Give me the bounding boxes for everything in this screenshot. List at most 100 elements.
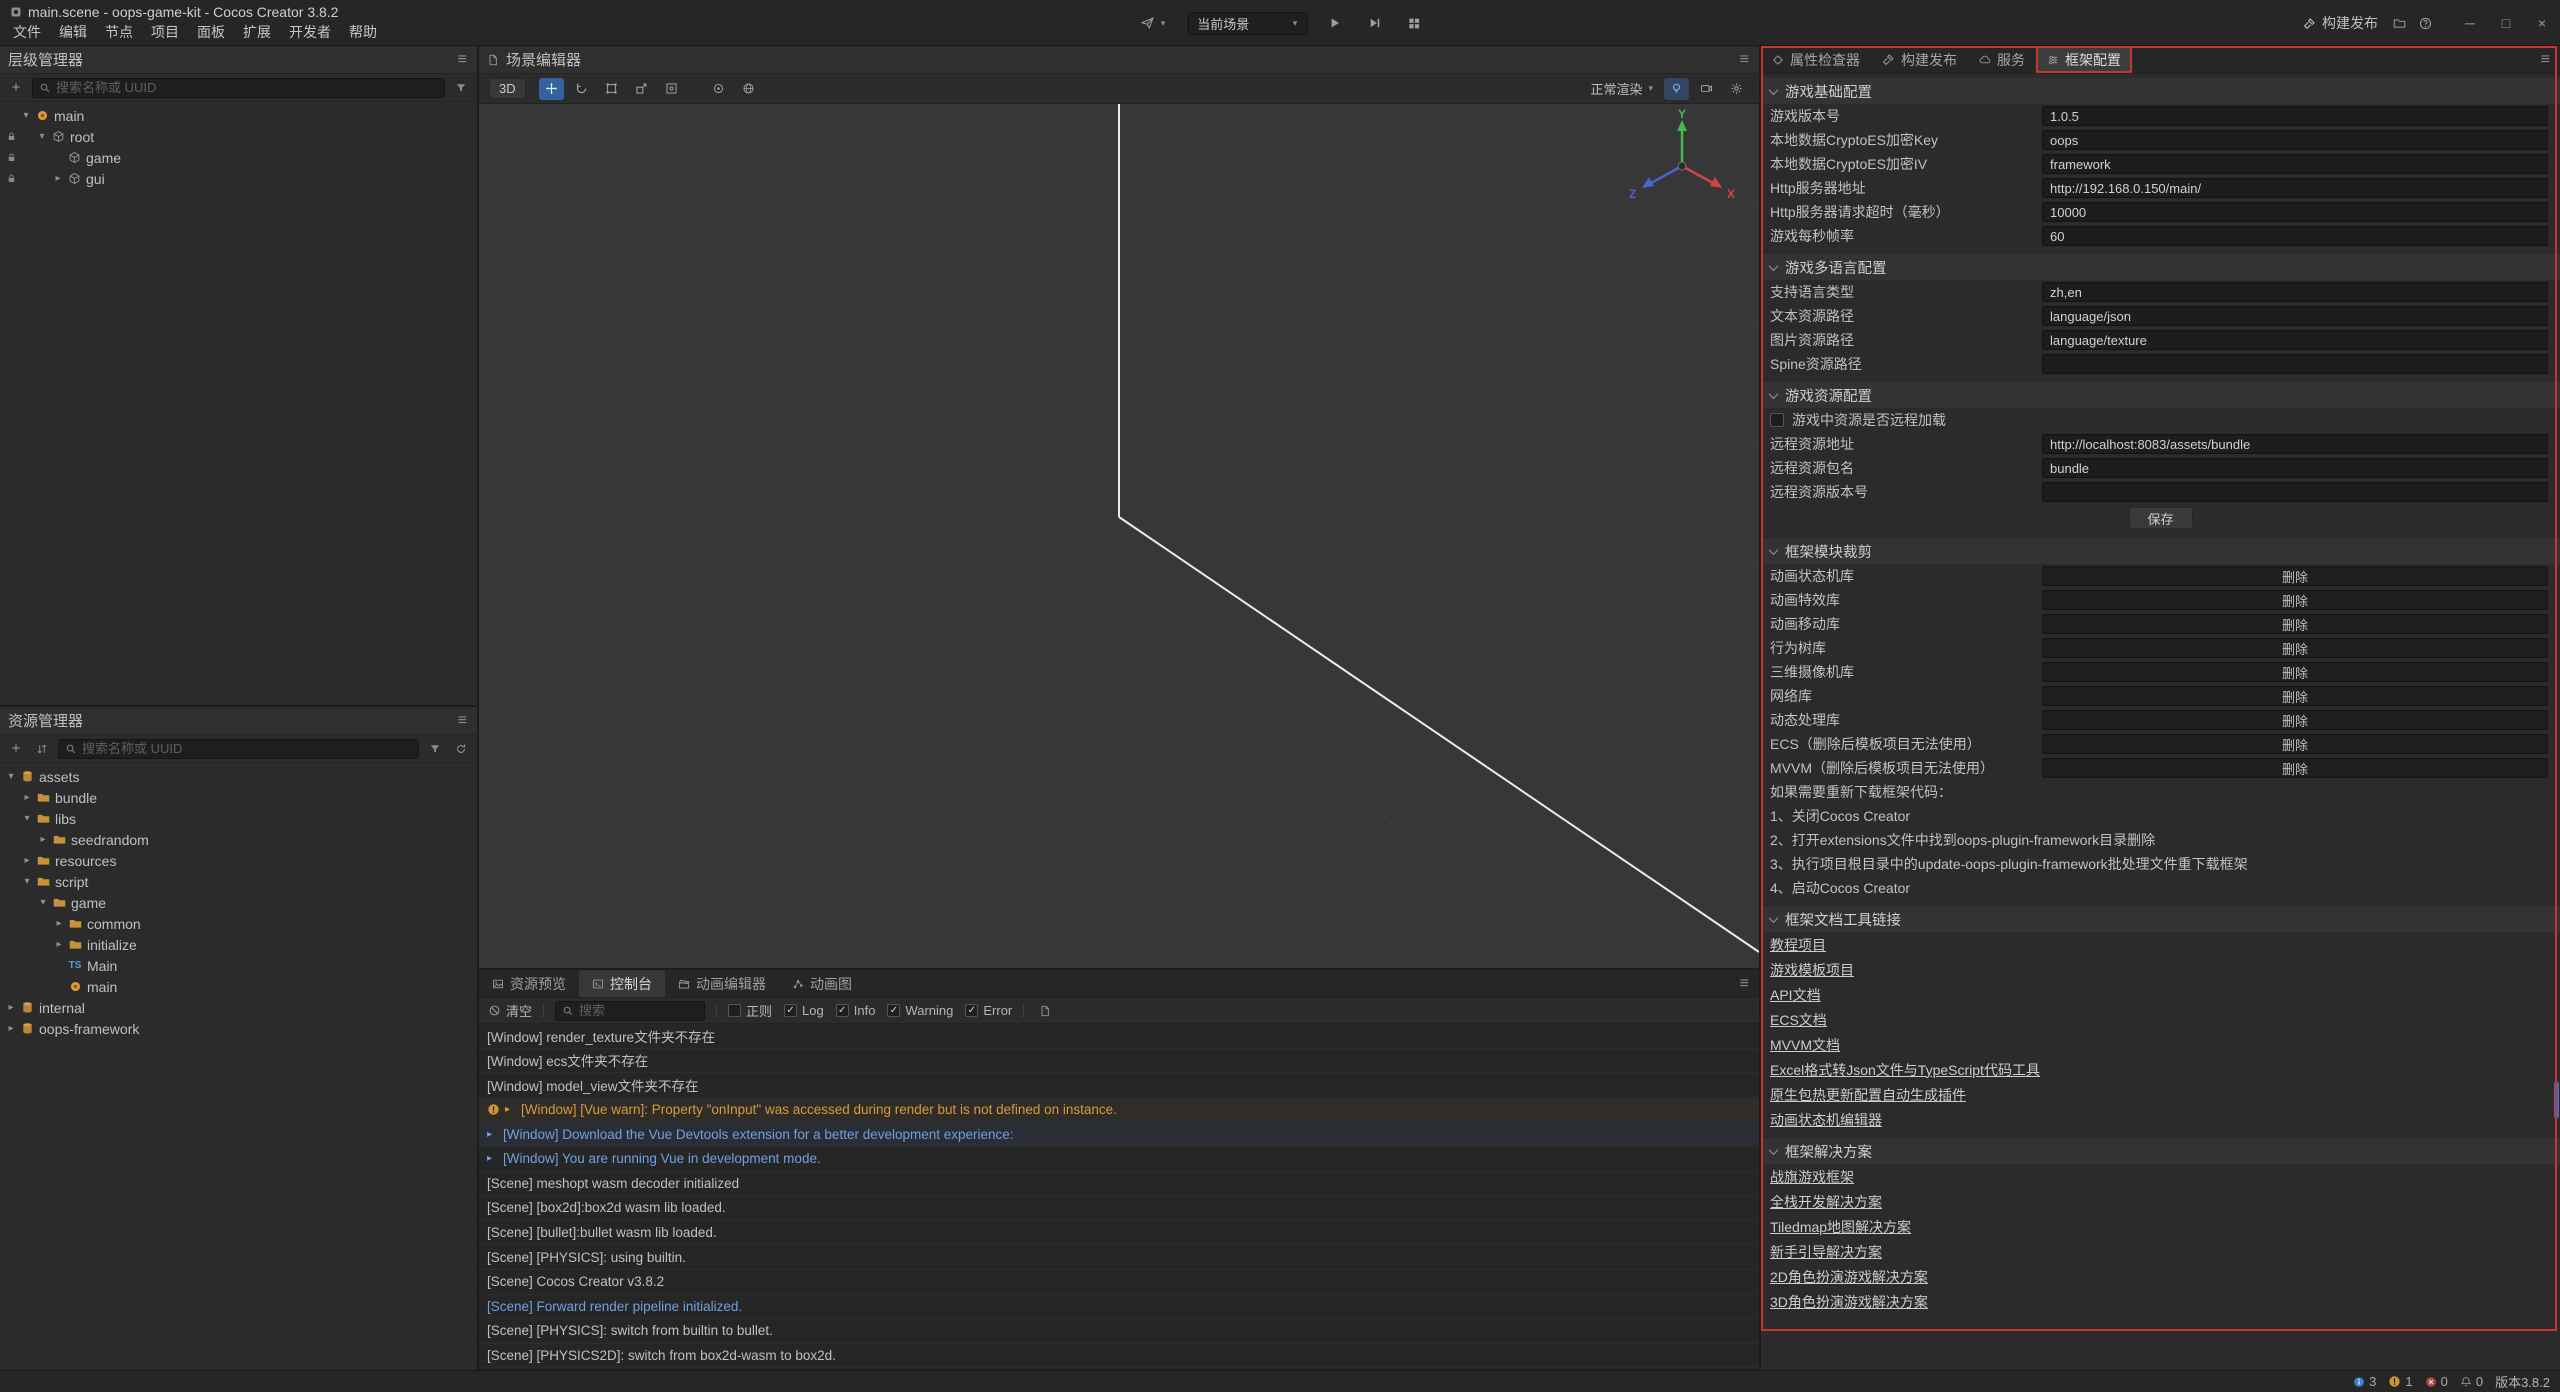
help-button[interactable] [2412, 11, 2438, 35]
tree-arrow-icon[interactable]: ▸ [4, 1023, 18, 1034]
menubar-item[interactable]: 编辑 [50, 20, 96, 44]
move-tool-button[interactable] [539, 78, 564, 100]
console-search-input[interactable] [579, 1003, 698, 1018]
status-error-counter[interactable]: 0 [2425, 1374, 2448, 1389]
build-publish-button[interactable]: 构建发布 [2295, 9, 2386, 37]
scale-tool-button[interactable] [629, 78, 654, 100]
tree-arrow-icon[interactable]: ▾ [36, 897, 50, 908]
expand-arrow-icon[interactable]: ▸ [487, 1153, 503, 1164]
menubar-item[interactable]: 扩展 [234, 20, 280, 44]
axis-gizmo[interactable]: Y X Z [1617, 106, 1747, 226]
property-input[interactable] [2042, 434, 2548, 454]
clear-console-button[interactable]: 清空 [488, 1001, 532, 1020]
lock-icon[interactable] [4, 152, 19, 163]
menubar-item[interactable]: 节点 [96, 20, 142, 44]
add-node-button[interactable]: + [6, 78, 26, 98]
log-row[interactable]: [Window] render_texture文件夹不存在 [479, 1024, 1759, 1049]
close-button[interactable]: × [2524, 0, 2560, 46]
expand-arrow-icon[interactable]: ▸ [487, 1129, 503, 1140]
section-header[interactable]: 游戏多语言配置 [1761, 254, 2560, 280]
tree-item[interactable]: ▸resources [0, 850, 477, 871]
doc-link[interactable]: 游戏模板项目 [1770, 960, 1854, 980]
doc-link[interactable]: 战旗游戏框架 [1770, 1167, 1854, 1187]
tree-arrow-icon[interactable]: ▸ [4, 1002, 18, 1013]
tree-item[interactable]: ▾assets [0, 766, 477, 787]
minimize-button[interactable]: ─ [2452, 0, 2488, 46]
panel-menu-icon[interactable]: ≡ [1738, 52, 1751, 68]
log-row[interactable]: [Window] ecs文件夹不存在 [479, 1049, 1759, 1074]
scene-light-toggle[interactable] [1664, 78, 1689, 100]
console-tab[interactable]: 动画图 [779, 970, 865, 997]
log-row[interactable]: [Scene] [box2d]:box2d wasm lib loaded. [479, 1196, 1759, 1221]
tree-item[interactable]: ▸bundle [0, 787, 477, 808]
doc-link[interactable]: 2D角色扮演游戏解决方案 [1770, 1267, 1928, 1287]
tree-arrow-icon[interactable]: ▸ [20, 855, 34, 866]
log-row[interactable]: ▸[Window] You are running Vue in develop… [479, 1147, 1759, 1172]
lock-icon[interactable] [4, 173, 19, 184]
inspector-tab[interactable]: 服务 [1968, 46, 2036, 73]
property-input[interactable] [2042, 458, 2548, 478]
log-row[interactable]: [Scene] Forward render pipeline initiali… [479, 1295, 1759, 1320]
panel-menu-icon[interactable]: ≡ [2539, 52, 2552, 68]
layout-button[interactable] [1401, 11, 1427, 35]
camera-preview-button[interactable] [1694, 78, 1719, 100]
delete-module-button[interactable]: 删除 [2042, 686, 2548, 706]
menubar-item[interactable]: 面板 [188, 20, 234, 44]
doc-link[interactable]: 原生包热更新配置自动生成插件 [1770, 1085, 1966, 1105]
tree-item[interactable]: ▸initialize [0, 934, 477, 955]
console-tab[interactable]: 资源预览 [479, 970, 579, 997]
hierarchy-search-input[interactable] [56, 80, 438, 95]
rect-tool-button[interactable] [599, 78, 624, 100]
section-header[interactable]: 框架模块裁剪 [1761, 538, 2560, 564]
hierarchy-search[interactable] [32, 78, 445, 98]
checkbox-icon[interactable]: ✓ [887, 1004, 900, 1017]
log-row[interactable]: ▸[Window] Download the Vue Devtools exte… [479, 1122, 1759, 1147]
delete-module-button[interactable]: 删除 [2042, 662, 2548, 682]
checkbox-icon[interactable]: ✓ [965, 1004, 978, 1017]
property-input[interactable] [2042, 178, 2548, 198]
delete-module-button[interactable]: 删除 [2042, 758, 2548, 778]
log-row[interactable]: [Scene] meshopt wasm decoder initialized [479, 1172, 1759, 1197]
add-asset-button[interactable]: + [6, 739, 26, 759]
doc-link[interactable]: API文档 [1770, 985, 1821, 1005]
panel-menu-icon[interactable]: ≡ [456, 713, 469, 729]
console-filter[interactable]: ✓Warning [887, 1003, 953, 1018]
tree-arrow-icon[interactable]: ▸ [52, 918, 66, 929]
console-filter[interactable]: 正则 [728, 1001, 772, 1020]
inspector-tab[interactable]: 属性检查器 [1761, 46, 1871, 73]
log-row[interactable]: [Scene] Cocos Creator v3.8.2 [479, 1270, 1759, 1295]
status-notification-counter[interactable]: 0 [2460, 1374, 2483, 1389]
delete-module-button[interactable]: 删除 [2042, 710, 2548, 730]
doc-link[interactable]: 全栈开发解决方案 [1770, 1192, 1882, 1212]
assets-search-input[interactable] [82, 741, 412, 756]
tree-item[interactable]: ▸common [0, 913, 477, 934]
property-input[interactable] [2042, 282, 2548, 302]
coordinate-toggle-button[interactable] [736, 78, 761, 100]
open-project-folder-button[interactable] [2386, 11, 2412, 35]
console-tab[interactable]: 动画编辑器 [665, 970, 779, 997]
tree-item[interactable]: ▾libs [0, 808, 477, 829]
doc-link[interactable]: 动画状态机编辑器 [1770, 1110, 1882, 1130]
assets-search[interactable] [58, 739, 419, 759]
scene-viewport[interactable]: Y X Z [479, 104, 1759, 968]
tree-item[interactable]: ▾main [0, 105, 477, 126]
scene-settings-button[interactable] [1724, 78, 1749, 100]
checkbox-icon[interactable] [1770, 413, 1784, 427]
tree-arrow-icon[interactable]: ▾ [20, 876, 34, 887]
log-row[interactable]: [Window] model_view文件夹不存在 [479, 1073, 1759, 1098]
section-header[interactable]: 游戏基础配置 [1761, 78, 2560, 104]
dimension-toggle-button[interactable]: 3D [489, 78, 526, 99]
tree-item[interactable]: ▾game [0, 892, 477, 913]
doc-link[interactable]: MVVM文档 [1770, 1035, 1840, 1055]
menubar-item[interactable]: 项目 [142, 20, 188, 44]
menubar-item[interactable]: 帮助 [340, 20, 386, 44]
play-button[interactable] [1321, 11, 1347, 35]
preview-platform-button[interactable]: ▾ [1133, 12, 1174, 34]
menubar-item[interactable]: 开发者 [280, 20, 340, 44]
sort-assets-button[interactable] [32, 739, 52, 759]
tree-item[interactable]: ▸gui [0, 168, 477, 189]
tree-item[interactable]: TSMain [0, 955, 477, 976]
render-mode-select[interactable]: 正常渲染 ▾ [1584, 79, 1659, 98]
console-tab[interactable]: 控制台 [579, 970, 665, 997]
log-row[interactable]: [Scene] [PHYSICS]: using builtin. [479, 1245, 1759, 1270]
